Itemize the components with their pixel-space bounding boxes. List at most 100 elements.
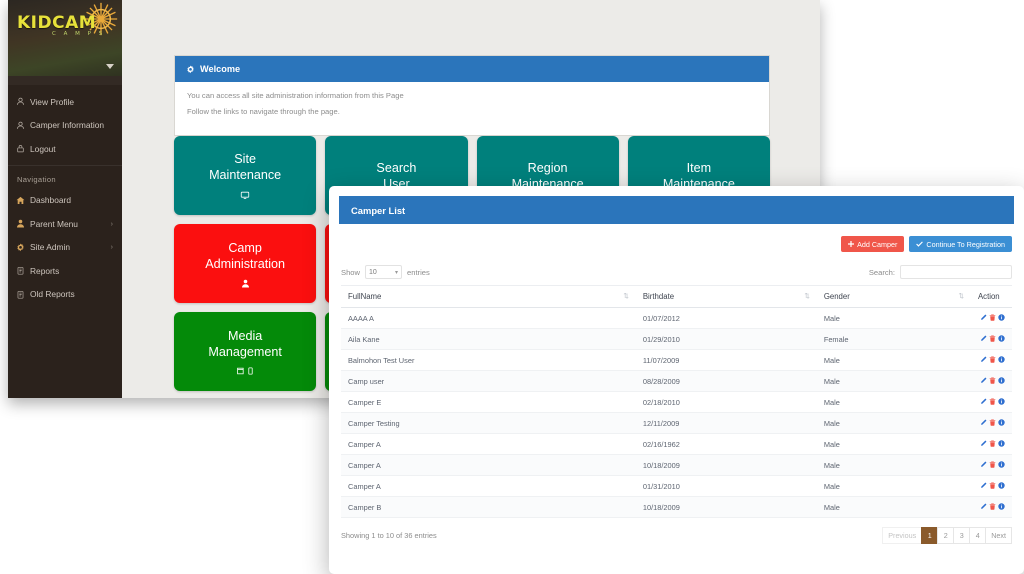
info-circle-icon[interactable] [998, 314, 1005, 323]
delete-trash-icon[interactable] [989, 314, 996, 323]
info-circle-icon[interactable] [998, 419, 1005, 428]
sidebar-item-label: Site Admin [30, 242, 70, 252]
column-header-gender[interactable]: Gender ⇅ [817, 286, 971, 308]
sort-icon: ⇅ [623, 292, 628, 302]
delete-trash-icon[interactable] [989, 398, 996, 407]
info-circle-icon[interactable] [998, 356, 1005, 365]
welcome-panel-header: Welcome [175, 56, 769, 82]
sidebar-item-camper-information[interactable]: Camper Information [8, 114, 122, 138]
cell-birthdate: 10/18/2009 [636, 455, 817, 476]
info-circle-icon[interactable] [998, 482, 1005, 491]
tile-camp-administration[interactable]: Camp Administration [174, 224, 316, 303]
column-header-fullname[interactable]: FullName ⇅ [341, 286, 636, 308]
pagination-previous[interactable]: Previous [882, 527, 922, 544]
sidebar-item-parent-menu[interactable]: Parent Menu › [8, 212, 122, 236]
brand-subtitle: C A M P S [52, 31, 105, 37]
cell-gender: Male [817, 308, 971, 329]
clipboard-icon [16, 290, 30, 299]
table-length-control: Show 10 ▾ entries [341, 265, 430, 279]
search-label: Search: [869, 268, 895, 277]
sidebar-item-reports[interactable]: Reports [8, 259, 122, 283]
sidebar-item-site-admin[interactable]: Site Admin › [8, 236, 122, 260]
pagination-next[interactable]: Next [985, 527, 1012, 544]
delete-trash-icon[interactable] [989, 419, 996, 428]
pagination-page-4[interactable]: 4 [969, 527, 986, 544]
continue-to-registration-button[interactable]: Continue To Registration [909, 236, 1012, 252]
info-circle-icon[interactable] [998, 398, 1005, 407]
edit-pencil-icon[interactable] [980, 482, 987, 491]
edit-pencil-icon[interactable] [980, 314, 987, 323]
cell-fullname: Camper A [341, 434, 636, 455]
info-circle-icon[interactable] [998, 440, 1005, 449]
cell-gender: Male [817, 476, 971, 497]
delete-trash-icon[interactable] [989, 503, 996, 512]
cell-birthdate: 02/18/2010 [636, 392, 817, 413]
tile-media-management[interactable]: Media Management [174, 312, 316, 391]
cell-birthdate: 10/18/2009 [636, 497, 817, 518]
cell-birthdate: 01/07/2012 [636, 308, 817, 329]
delete-trash-icon[interactable] [989, 482, 996, 491]
chevron-right-icon: › [111, 244, 113, 251]
delete-trash-icon[interactable] [989, 461, 996, 470]
entries-per-page-select[interactable]: 10 ▾ [365, 265, 402, 279]
edit-pencil-icon[interactable] [980, 461, 987, 470]
entries-value: 10 [369, 269, 377, 276]
column-label: FullName [348, 292, 381, 301]
user-outline-icon [16, 121, 30, 130]
camper-list-title: Camper List [351, 205, 405, 216]
edit-pencil-icon[interactable] [980, 398, 987, 407]
column-label: Action [978, 292, 1000, 301]
desktop-icon [240, 190, 250, 200]
sidebar-item-label: Dashboard [30, 195, 71, 205]
delete-trash-icon[interactable] [989, 440, 996, 449]
pagination-page-1[interactable]: 1 [921, 527, 938, 544]
tile-site-maintenance[interactable]: Site Maintenance [174, 136, 316, 215]
edit-pencil-icon[interactable] [980, 356, 987, 365]
welcome-line-2: Follow the links to navigate through the… [187, 107, 757, 116]
cell-gender: Male [817, 497, 971, 518]
edit-pencil-icon[interactable] [980, 419, 987, 428]
table-info: Showing 1 to 10 of 36 entries [341, 531, 437, 540]
clipboard-icon [16, 266, 30, 275]
delete-trash-icon[interactable] [989, 335, 996, 344]
chevron-right-icon: › [111, 221, 113, 228]
brand-logo[interactable]: KIDCAM C A M P S [8, 0, 122, 76]
pagination-page-3[interactable]: 3 [953, 527, 970, 544]
delete-trash-icon[interactable] [989, 377, 996, 386]
plus-icon [848, 240, 854, 249]
sidebar-item-label: Old Reports [30, 289, 75, 299]
column-label: Gender [824, 292, 850, 301]
caret-down-icon[interactable] [106, 64, 114, 69]
cell-gender: Female [817, 329, 971, 350]
edit-pencil-icon[interactable] [980, 503, 987, 512]
pagination-page-2[interactable]: 2 [937, 527, 954, 544]
welcome-panel: Welcome You can access all site administ… [174, 55, 770, 136]
check-icon [916, 240, 923, 249]
add-camper-button[interactable]: Add Camper [841, 236, 904, 252]
edit-pencil-icon[interactable] [980, 440, 987, 449]
edit-pencil-icon[interactable] [980, 335, 987, 344]
info-circle-icon[interactable] [998, 503, 1005, 512]
cell-birthdate: 01/31/2010 [636, 476, 817, 497]
info-circle-icon[interactable] [998, 335, 1005, 344]
sidebar-item-view-profile[interactable]: View Profile [8, 90, 122, 114]
info-circle-icon[interactable] [998, 461, 1005, 470]
edit-pencil-icon[interactable] [980, 377, 987, 386]
welcome-title: Welcome [200, 64, 240, 74]
table-footer: Showing 1 to 10 of 36 entries Previous 1… [341, 518, 1012, 544]
info-circle-icon[interactable] [998, 377, 1005, 386]
cell-actions [971, 371, 1012, 392]
sidebar-item-old-reports[interactable]: Old Reports [8, 283, 122, 307]
search-input[interactable] [900, 265, 1012, 279]
user-solid-icon [16, 219, 30, 228]
cell-fullname: Camper Testing [341, 413, 636, 434]
gear-icon [186, 65, 195, 74]
sidebar-item-logout[interactable]: Logout [8, 137, 122, 161]
sort-icon: ⇅ [804, 292, 809, 302]
column-header-birthdate[interactable]: Birthdate ⇅ [636, 286, 817, 308]
camper-list-toolbar: Add Camper Continue To Registration [341, 236, 1012, 252]
lock-icon [16, 144, 30, 153]
sidebar-item-dashboard[interactable]: Dashboard [8, 189, 122, 213]
camper-table-body: AAAA A01/07/2012MaleAila Kane01/29/2010F… [341, 308, 1012, 518]
delete-trash-icon[interactable] [989, 356, 996, 365]
